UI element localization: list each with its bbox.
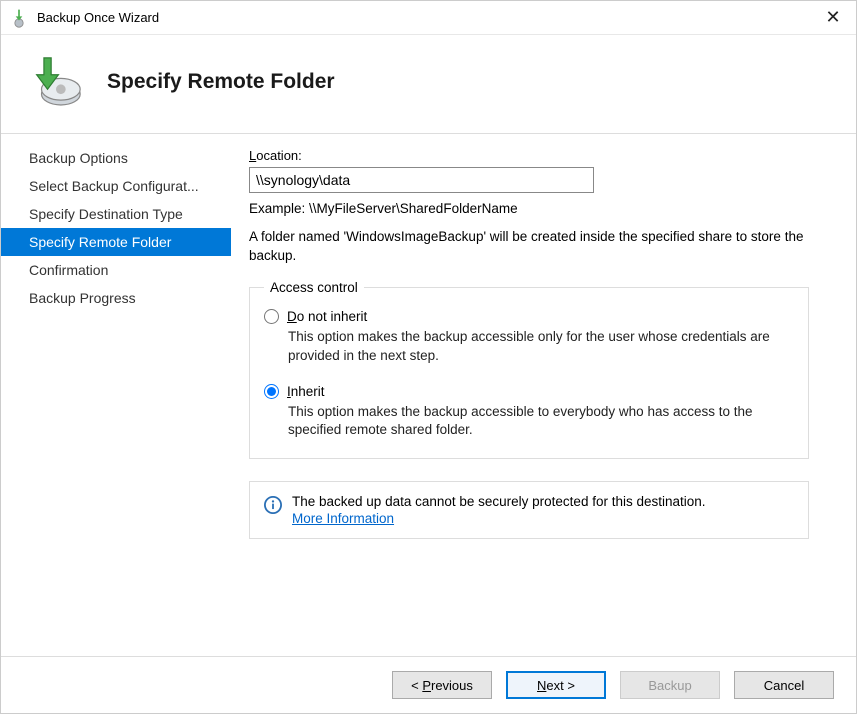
sidebar-item-destination-type[interactable]: Specify Destination Type [1,200,231,228]
sidebar-item-backup-options[interactable]: Backup Options [1,144,231,172]
cancel-button[interactable]: Cancel [734,671,834,699]
info-message: The backed up data cannot be securely pr… [292,494,706,509]
sidebar-item-backup-progress[interactable]: Backup Progress [1,284,231,312]
next-button[interactable]: Next > [506,671,606,699]
radio-do-not-inherit-desc: This option makes the backup accessible … [288,328,794,366]
radio-inherit-desc: This option makes the backup accessible … [288,403,794,441]
location-label: Location: [249,148,834,163]
radio-do-not-inherit[interactable] [264,309,279,324]
app-icon [9,8,29,28]
description-text: A folder named 'WindowsImageBackup' will… [249,228,809,266]
info-box: The backed up data cannot be securely pr… [249,481,809,539]
wizard-body: Backup Options Select Backup Configurat.… [1,134,856,656]
sidebar-item-remote-folder[interactable]: Specify Remote Folder [1,228,231,256]
location-input[interactable] [249,167,594,193]
close-button[interactable]: ✕ [818,7,848,28]
sidebar: Backup Options Select Backup Configurat.… [1,134,231,656]
info-text-wrap: The backed up data cannot be securely pr… [292,494,706,526]
sidebar-item-select-config[interactable]: Select Backup Configurat... [1,172,231,200]
access-legend: Access control [264,280,364,295]
location-example: Example: \\MyFileServer\SharedFolderName [249,201,834,216]
radio-inherit-label: Inherit [287,384,325,399]
radio-inherit[interactable] [264,384,279,399]
radio-do-not-inherit-label: Do not inherit [287,309,367,324]
radio-block-do-not-inherit: Do not inherit This option makes the bac… [264,309,794,366]
content-pane: Location: Example: \\MyFileServer\Shared… [231,134,856,656]
wizard-header: Specify Remote Folder [1,35,856,134]
titlebar: Backup Once Wizard ✕ [1,1,856,35]
page-title: Specify Remote Folder [107,70,335,94]
more-info-link[interactable]: More Information [292,511,394,526]
info-icon [264,496,282,514]
wizard-footer: < Previous Next > Backup Cancel [1,656,856,713]
previous-button[interactable]: < Previous [392,671,492,699]
wizard-window: Backup Once Wizard ✕ Specify Remote Fold… [0,0,857,714]
access-control-group: Access control Do not inherit This optio… [249,280,809,460]
window-title: Backup Once Wizard [37,10,818,25]
backup-icon [27,53,85,111]
backup-button: Backup [620,671,720,699]
sidebar-item-confirmation[interactable]: Confirmation [1,256,231,284]
radio-block-inherit: Inherit This option makes the backup acc… [264,384,794,441]
